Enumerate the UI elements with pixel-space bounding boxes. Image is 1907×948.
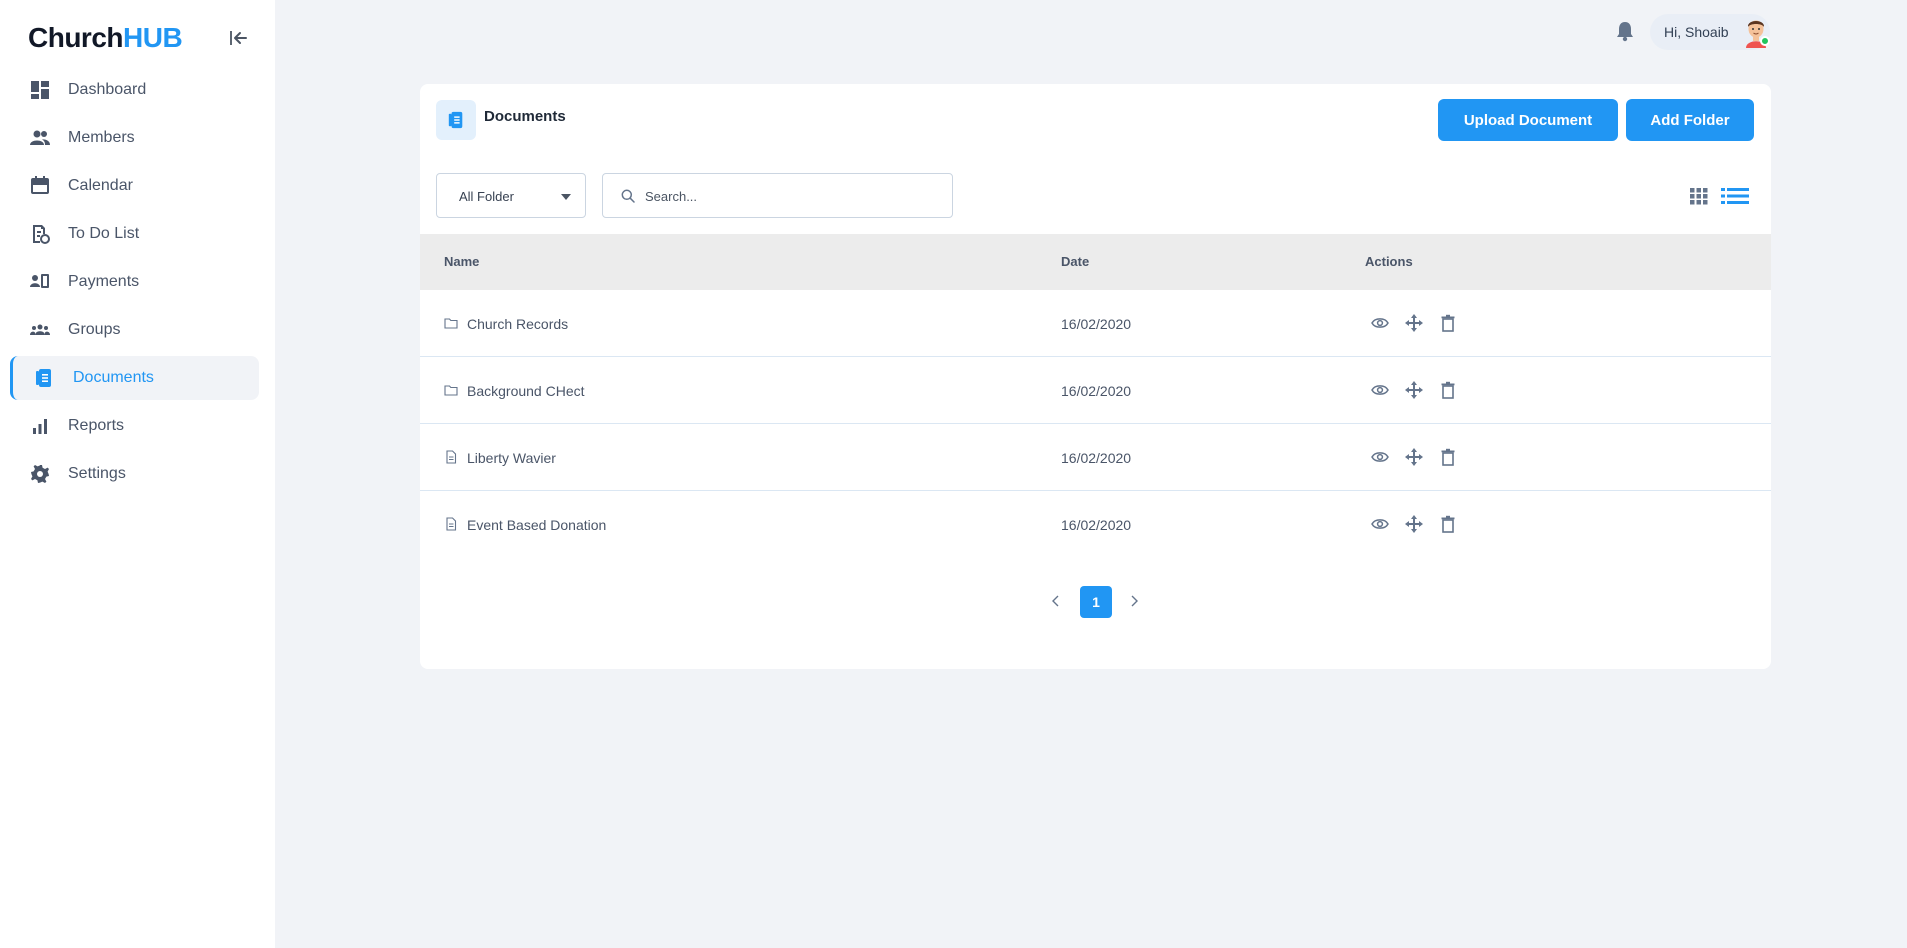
sidebar-item-label: To Do List [68,225,140,242]
sidebar-item-payments[interactable]: Payments [10,260,259,304]
sidebar-item-label: Documents [73,369,154,386]
delete-trash-icon[interactable] [1439,448,1457,466]
payments-icon [30,272,50,292]
sidebar-item-reports[interactable]: Reports [10,404,259,448]
view-eye-icon[interactable] [1371,448,1389,466]
sidebar-item-label: Calendar [68,177,133,194]
column-header-date[interactable]: Date [1061,254,1089,269]
table-row[interactable]: Liberty Wavier 16/02/2020 [420,424,1771,491]
chevron-down-icon [561,194,571,200]
page-title: Documents [484,108,566,125]
sidebar-item-to-do-list[interactable]: To Do List [10,212,259,256]
sidebar-item-calendar[interactable]: Calendar [10,164,259,208]
documents-icon [436,100,476,140]
calendar-icon [30,176,50,196]
row-name[interactable]: Background CHect [467,383,585,399]
row-date: 16/02/2020 [1061,450,1132,466]
column-header-actions: Actions [1365,254,1413,269]
sidebar-item-label: Settings [68,465,126,482]
folder-filter-select[interactable]: All Folder [436,173,586,218]
online-status-indicator [1760,36,1770,46]
search-icon [621,189,635,203]
sidebar-nav: Dashboard Members Calendar To Do List Pa… [0,68,275,500]
sidebar: ChurchHUB Dashboard Members Calendar To … [0,0,275,948]
dashboard-icon [30,80,50,100]
sidebar-item-label: Reports [68,417,125,434]
move-icon[interactable] [1405,448,1423,466]
table-row[interactable]: Church Records 16/02/2020 [420,290,1771,357]
folder-filter-value: All Folder [459,189,514,204]
delete-trash-icon[interactable] [1439,381,1457,399]
pagination-next-icon[interactable] [1126,593,1142,609]
delete-trash-icon[interactable] [1439,314,1457,332]
notification-bell-icon[interactable] [1615,20,1635,42]
sidebar-item-groups[interactable]: Groups [10,308,259,352]
todo-icon [30,224,50,244]
pagination-page-button[interactable]: 1 [1080,586,1112,618]
search-box [602,173,953,218]
view-eye-icon[interactable] [1371,381,1389,399]
file-icon [444,517,458,531]
move-icon[interactable] [1405,515,1423,533]
sidebar-item-settings[interactable]: Settings [10,452,259,496]
collapse-sidebar-icon[interactable] [228,28,250,48]
folder-icon [444,383,458,397]
view-eye-icon[interactable] [1371,314,1389,332]
row-date: 16/02/2020 [1061,383,1132,399]
move-icon[interactable] [1405,314,1423,332]
row-name[interactable]: Event Based Donation [467,517,606,533]
grid-view-icon[interactable] [1689,186,1709,206]
logo-text-church: Church [28,22,124,53]
row-name[interactable]: Church Records [467,316,568,332]
user-menu[interactable]: Hi, Shoaib [1650,14,1770,50]
view-eye-icon[interactable] [1371,515,1389,533]
row-name[interactable]: Liberty Wavier [467,450,556,466]
move-icon[interactable] [1405,381,1423,399]
reports-icon [30,416,50,436]
logo-text-hub: HUB [123,22,183,53]
add-folder-button[interactable]: Add Folder [1626,99,1754,141]
sidebar-item-dashboard[interactable]: Dashboard [10,68,259,112]
documents-icon [34,368,54,388]
groups-icon [30,320,50,340]
settings-icon [30,464,50,484]
upload-document-button[interactable]: Upload Document [1438,99,1618,141]
column-header-name[interactable]: Name [444,254,479,269]
sidebar-item-label: Payments [68,273,140,290]
search-input[interactable] [645,184,935,208]
table-row[interactable]: Event Based Donation 16/02/2020 [420,491,1771,558]
sidebar-item-documents[interactable]: Documents [10,356,259,400]
members-icon [30,128,50,148]
documents-card: Documents Upload Document Add Folder All… [420,84,1771,669]
sidebar-item-label: Dashboard [68,81,147,98]
delete-trash-icon[interactable] [1439,515,1457,533]
file-icon [444,450,458,464]
row-date: 16/02/2020 [1061,316,1132,332]
sidebar-item-label: Members [68,129,135,146]
table-header: Name Date Actions [420,234,1771,290]
table-row[interactable]: Background CHect 16/02/2020 [420,357,1771,424]
app-logo[interactable]: ChurchHUB [28,22,183,54]
sidebar-item-label: Groups [68,321,121,338]
pagination-prev-icon[interactable] [1048,593,1064,609]
list-view-icon[interactable] [1720,185,1750,207]
row-date: 16/02/2020 [1061,517,1132,533]
sidebar-item-members[interactable]: Members [10,116,259,160]
folder-icon [444,316,458,330]
user-greeting: Hi, Shoaib [1664,24,1729,40]
